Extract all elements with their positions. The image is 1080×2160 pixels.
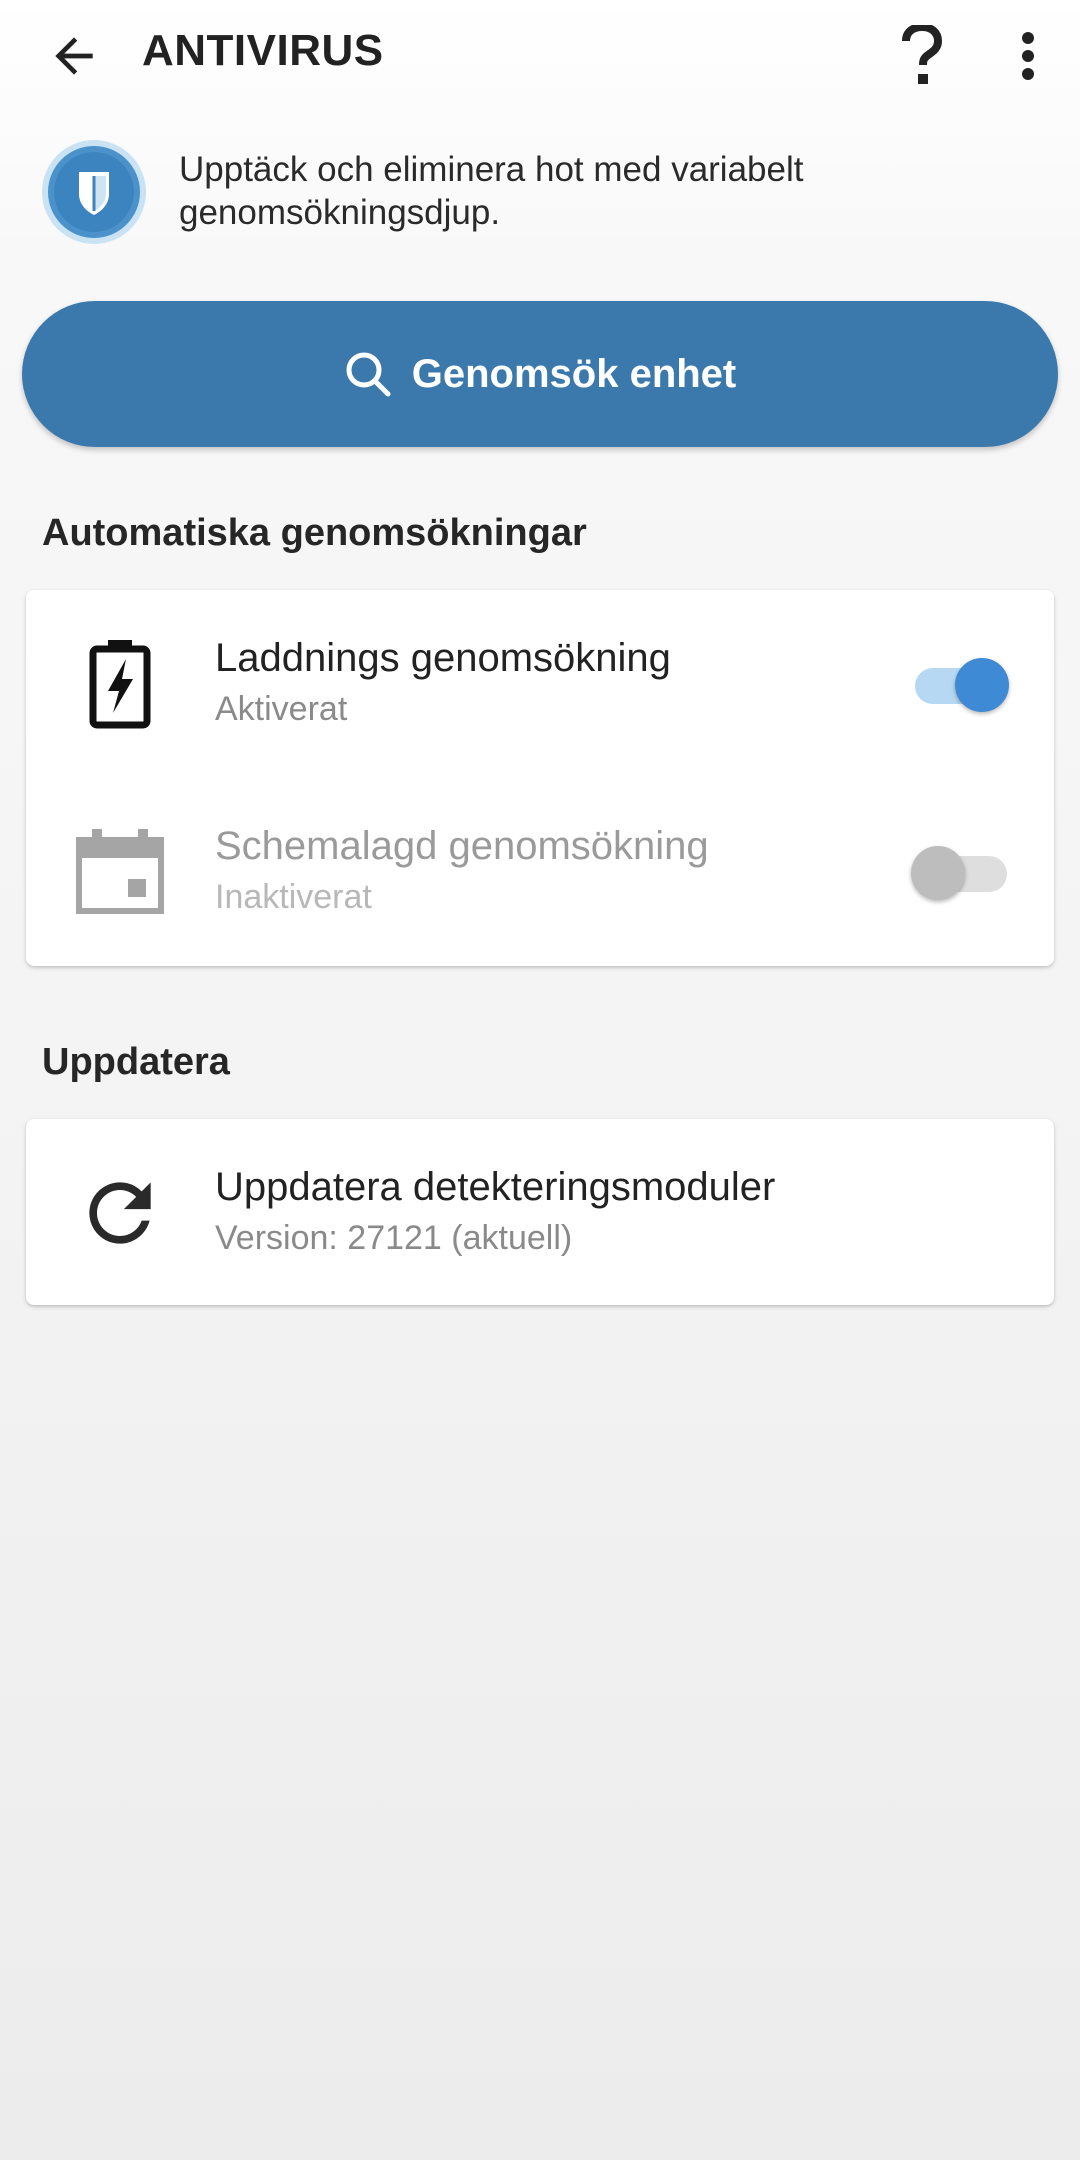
scheduled-scan-status: Inaktiverat: [215, 878, 372, 916]
section-header-automatic-scans: Automatiska genomsökningar: [42, 512, 587, 554]
section-header-update: Uppdatera: [42, 1041, 230, 1083]
intro-section: Upptäck och eliminera hot med variabelt …: [40, 138, 1040, 248]
more-vert-icon: [1022, 32, 1034, 80]
scan-device-button[interactable]: Genomsök enhet: [22, 301, 1058, 447]
scheduled-scan-title: Schemalagd genomsökning: [215, 824, 709, 868]
charging-scan-row[interactable]: Laddnings genomsökning Aktiverat: [26, 590, 1054, 778]
page-title: ANTIVIRUS: [142, 26, 384, 75]
refresh-icon: [70, 1163, 170, 1263]
shield-icon: [42, 140, 146, 244]
help-button[interactable]: [882, 16, 962, 96]
intro-description: Upptäck och eliminera hot med variabelt …: [179, 150, 804, 232]
update-modules-row[interactable]: Uppdatera detekteringsmoduler Version: 2…: [26, 1119, 1054, 1305]
automatic-scans-card: Laddnings genomsökning Aktiverat Schemal…: [26, 590, 1054, 966]
arrow-left-icon: [55, 37, 93, 75]
search-icon: [344, 350, 392, 398]
shield-badge: [40, 138, 148, 246]
question-mark-icon: [902, 25, 943, 84]
toggle-thumb: [955, 658, 1009, 712]
update-card: Uppdatera detekteringsmoduler Version: 2…: [26, 1119, 1054, 1305]
update-modules-title: Uppdatera detekteringsmoduler: [215, 1165, 776, 1209]
charging-scan-toggle[interactable]: [911, 652, 1011, 712]
scan-device-label: Genomsök enhet: [411, 351, 737, 396]
back-button[interactable]: [34, 16, 114, 96]
toggle-thumb: [911, 846, 965, 900]
battery-charging-icon: [70, 634, 170, 734]
scheduled-scan-row[interactable]: Schemalagd genomsökning Inaktiverat: [26, 778, 1054, 966]
app-bar: ANTIVIRUS: [0, 0, 1080, 108]
calendar-icon: [70, 822, 170, 922]
charging-scan-status: Aktiverat: [215, 690, 348, 728]
update-modules-version: Version: 27121 (aktuell): [215, 1219, 573, 1257]
charging-scan-title: Laddnings genomsökning: [215, 636, 671, 680]
scheduled-scan-toggle[interactable]: [911, 840, 1011, 900]
more-options-button[interactable]: [988, 16, 1068, 96]
